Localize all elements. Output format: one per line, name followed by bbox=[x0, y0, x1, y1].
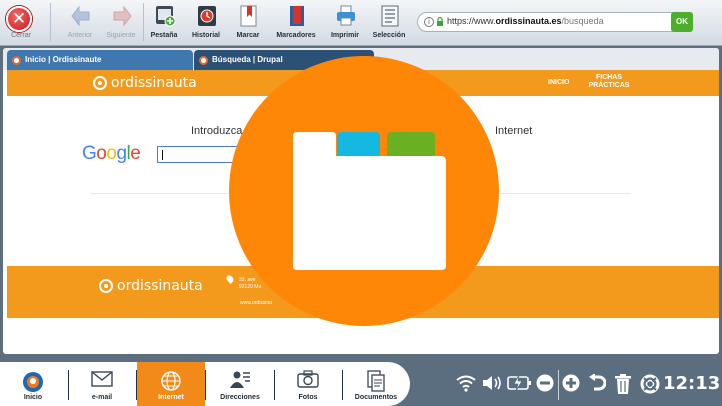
zoom-out-icon[interactable] bbox=[536, 374, 554, 392]
google-logo: Google bbox=[82, 143, 141, 165]
url-scheme: https://www. bbox=[447, 16, 496, 26]
google-letter: o bbox=[106, 143, 117, 164]
dock-inicio[interactable]: Inicio bbox=[10, 362, 56, 406]
site-logo[interactable]: ordissinauta bbox=[93, 75, 197, 91]
globe-icon bbox=[161, 371, 181, 391]
camera-icon bbox=[297, 370, 319, 388]
zoom-in-icon[interactable] bbox=[562, 374, 580, 392]
nav-fichas-practicas[interactable]: FICHAS PRÁCTICAS bbox=[586, 74, 632, 90]
google-letter: o bbox=[96, 143, 107, 164]
nav-inicio[interactable]: INICIO bbox=[548, 79, 569, 87]
address-bar[interactable]: i https://www.ordissinauta.es/busqueda bbox=[417, 12, 693, 32]
dock-documentos[interactable]: Documentos bbox=[344, 362, 408, 406]
google-letter: g bbox=[116, 143, 127, 164]
arrow-left-icon bbox=[71, 5, 90, 27]
arrow-right-icon bbox=[113, 5, 132, 27]
folder-icon bbox=[293, 132, 446, 270]
tab-inicio[interactable]: Inicio | Ordissinaute bbox=[7, 50, 193, 70]
documents-icon bbox=[367, 370, 385, 392]
dock-email[interactable]: e-mail bbox=[74, 362, 130, 406]
dock-internet[interactable]: Internet bbox=[137, 362, 205, 406]
logo-text: ordissinauta bbox=[111, 75, 197, 91]
url-domain: ordissinauta.es bbox=[495, 16, 562, 26]
site-favicon-icon bbox=[199, 56, 208, 65]
battery-charging-icon bbox=[507, 374, 531, 392]
dock-direcciones[interactable]: Direcciones bbox=[208, 362, 272, 406]
help-lifebuoy-icon[interactable] bbox=[640, 374, 660, 394]
browser-toolbar: ✕ Cerrar Anterior Siguiente Pestaña Hist… bbox=[0, 0, 722, 46]
history-button[interactable]: Historial bbox=[183, 4, 229, 42]
close-label: Cerrar bbox=[11, 32, 31, 39]
volume-icon[interactable] bbox=[482, 374, 502, 392]
app-dock: Inicio e-mail Internet Direcciones Fotos… bbox=[0, 362, 410, 406]
clock: 12:13 bbox=[663, 373, 721, 394]
back-button[interactable]: Anterior bbox=[57, 4, 103, 42]
dock-fotos[interactable]: Fotos bbox=[276, 362, 340, 406]
info-icon[interactable]: i bbox=[424, 17, 434, 27]
footer-logo[interactable]: ordissinauta bbox=[99, 278, 203, 294]
url-text: https://www.ordissinauta.es/busqueda bbox=[447, 16, 604, 26]
toolbar-divider bbox=[50, 3, 51, 41]
bookmark-button[interactable]: Marcar bbox=[225, 4, 271, 42]
system-separator bbox=[558, 370, 559, 400]
documents-overlay bbox=[229, 56, 499, 326]
google-letter: G bbox=[82, 143, 97, 164]
site-favicon-icon bbox=[12, 56, 21, 65]
contacts-icon bbox=[230, 371, 250, 388]
tab-label: Inicio | Ordissinaute bbox=[25, 55, 102, 64]
go-button[interactable]: OK bbox=[671, 12, 693, 32]
forward-button[interactable]: Siguiente bbox=[98, 4, 144, 42]
close-icon[interactable]: ✕ bbox=[6, 6, 32, 32]
dock-separator bbox=[274, 370, 275, 400]
dock-separator bbox=[205, 370, 206, 400]
envelope-icon bbox=[91, 371, 113, 387]
print-button[interactable]: Imprimir bbox=[322, 4, 368, 42]
logo-text: ordissinauta bbox=[117, 278, 203, 294]
home-logo-icon bbox=[23, 372, 43, 392]
history-icon bbox=[198, 6, 216, 26]
selection-button[interactable]: Selección bbox=[366, 4, 412, 42]
printer-icon bbox=[337, 5, 355, 26]
logo-mark-icon bbox=[99, 279, 113, 293]
wifi-icon[interactable] bbox=[456, 374, 476, 392]
bookmarks-icon bbox=[290, 6, 304, 26]
bookmarks-button[interactable]: Marcadores bbox=[273, 4, 319, 42]
undo-icon[interactable] bbox=[588, 374, 606, 392]
url-path: /busqueda bbox=[561, 16, 604, 26]
logo-mark-icon bbox=[93, 76, 107, 90]
dock-separator bbox=[342, 370, 343, 400]
dock-separator bbox=[68, 370, 69, 400]
google-letter: e bbox=[130, 143, 141, 164]
trash-icon[interactable] bbox=[614, 374, 632, 394]
taskbar: Inicio e-mail Internet Direcciones Fotos… bbox=[0, 362, 722, 406]
new-tab-icon bbox=[156, 6, 175, 27]
selection-icon bbox=[381, 5, 399, 27]
new-tab-button[interactable]: Pestaña bbox=[141, 4, 187, 42]
search-prompt-right: Internet bbox=[495, 125, 533, 137]
bookmark-icon bbox=[240, 5, 257, 27]
lock-icon bbox=[437, 16, 443, 26]
